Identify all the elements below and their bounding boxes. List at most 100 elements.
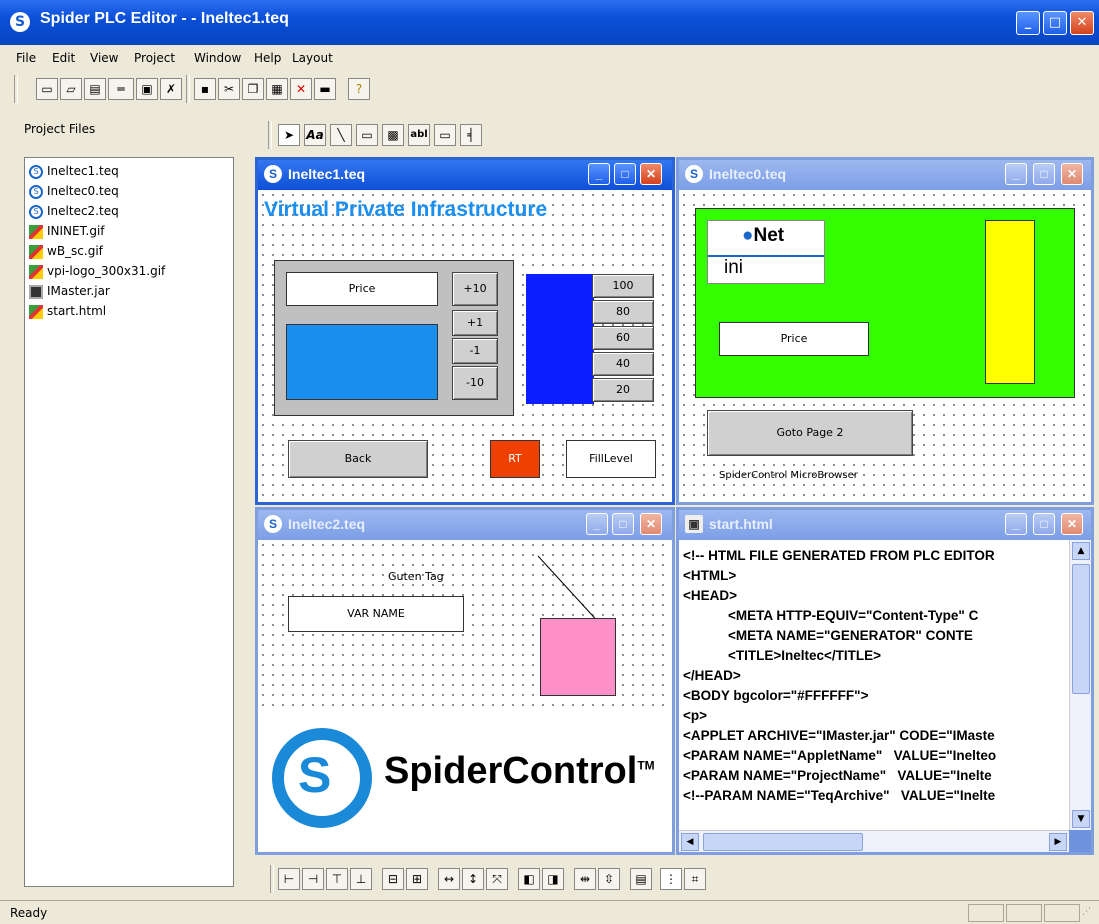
button-tool-icon[interactable]: ▭ [434,124,456,146]
step-button[interactable]: +10 [452,272,498,306]
window-ineltec1[interactable]: S Ineltec1.teq _ □ ✕ Virtual Private Inf… [255,157,675,505]
window-title-bar[interactable]: S Ineltec1.teq _ □ ✕ [258,160,672,190]
file-item[interactable]: ININET.gif [29,222,105,240]
pointer-tool-icon[interactable]: ➤ [278,124,300,146]
scroll-down-icon[interactable]: ▼ [1072,810,1090,828]
menu-project[interactable]: Project [134,51,175,65]
snap-icon[interactable]: ⌗ [684,868,706,890]
project-files-list[interactable]: S Ineltec1.teq S Ineltec0.teq S Ineltec2.te… [24,157,234,887]
send-back-icon[interactable]: ◨ [542,868,564,890]
window-title-bar[interactable]: ▣ start.html _ □ ✕ [679,510,1091,540]
align-top-icon[interactable]: ⊤ [326,868,348,890]
minimize-button[interactable]: _ [1016,11,1040,35]
window-title-bar[interactable]: S Ineltec2.teq _ □ ✕ [258,510,672,540]
save-icon[interactable]: ▪ [194,78,216,100]
file-item[interactable]: vpi-logo_300x31.gif [29,262,165,280]
file-item[interactable]: start.html [29,302,106,320]
delete-icon[interactable]: ✕ [290,78,312,100]
window-maximize-button[interactable]: □ [1033,163,1055,185]
resize-grip-icon[interactable]: ⋰ [1082,907,1096,921]
paste-icon[interactable]: ▦ [266,78,288,100]
same-size-icon[interactable]: ⤧ [486,868,508,890]
step-button[interactable]: -10 [452,366,498,400]
file-item[interactable]: S Ineltec2.teq [29,202,119,220]
horizontal-scrollbar[interactable]: ◀ ▶ [679,830,1069,852]
same-height-icon[interactable]: ↕ [462,868,484,890]
window-maximize-button[interactable]: □ [612,513,634,535]
copy-icon[interactable]: ❐ [242,78,264,100]
print-preview-icon[interactable]: ▣ [136,78,158,100]
center-vertical-icon[interactable]: ⊞ [406,868,428,890]
file-item[interactable]: IMaster.jar [29,282,110,300]
html-source-editor[interactable]: <!-- HTML FILE GENERATED FROM PLC EDITOR… [679,540,1069,830]
file-item[interactable]: S Ineltec1.teq [29,162,119,180]
line-tool-icon[interactable]: ╲ [330,124,352,146]
properties-icon[interactable]: ▤ [630,868,652,890]
new-icon[interactable]: ▭ [36,78,58,100]
window-ineltec0[interactable]: S Ineltec0.teq _ □ ✕ ●Net ini Price Goto… [676,157,1094,505]
window-close-button[interactable]: ✕ [1061,163,1083,185]
space-down-icon[interactable]: ⇳ [598,868,620,890]
window-maximize-button[interactable]: □ [614,163,636,185]
page-canvas[interactable]: Virtual Private Infrastructure Price +10… [258,190,672,502]
file-item[interactable]: wB_sc.gif [29,242,103,260]
align-bottom-icon[interactable]: ⊥ [350,868,372,890]
window-minimize-button[interactable]: _ [1005,163,1027,185]
scroll-thumb[interactable] [1072,564,1090,694]
open-icon[interactable]: ▱ [60,78,82,100]
maximize-button[interactable]: □ [1043,11,1067,35]
print-icon[interactable]: ▬ [314,78,336,100]
scroll-right-icon[interactable]: ▶ [1049,833,1067,851]
window-title-bar[interactable]: S Ineltec0.teq _ □ ✕ [679,160,1091,190]
vertical-scrollbar[interactable]: ▲ ▼ [1069,540,1091,830]
scroll-up-icon[interactable]: ▲ [1072,542,1090,560]
page-canvas[interactable]: Guten Tag VAR NAME S SpiderControlTM [258,540,672,852]
rt-indicator[interactable]: RT [490,440,540,478]
hscroll-thumb[interactable] [703,833,863,851]
window-close-button[interactable]: ✕ [1061,513,1083,535]
grid-icon[interactable]: ⋮ [660,868,682,890]
help-icon[interactable]: ? [348,78,370,100]
align-left-icon[interactable]: ⊢ [278,868,300,890]
window-maximize-button[interactable]: □ [1033,513,1055,535]
menu-window[interactable]: Window [194,51,241,65]
step-button[interactable]: -1 [452,338,498,364]
menu-view[interactable]: View [90,51,118,65]
app-title-bar[interactable]: S Spider PLC Editor - - Ineltec1.teq _ □… [0,0,1099,45]
same-width-icon[interactable]: ↔ [438,868,460,890]
textfield-tool-icon[interactable]: abl [408,124,430,146]
filllevel-field[interactable]: FillLevel [566,440,656,478]
align-right-icon[interactable]: ⊣ [302,868,324,890]
image-tool-icon[interactable]: ▩ [382,124,404,146]
var-name-field[interactable]: VAR NAME [288,596,464,632]
price-field[interactable]: Price [719,322,869,356]
window-ineltec2[interactable]: S Ineltec2.teq _ □ ✕ Guten Tag VAR NAME … [255,507,675,855]
back-button[interactable]: Back [288,440,428,478]
rectangle-tool-icon[interactable]: ▭ [356,124,378,146]
step-button[interactable]: +1 [452,310,498,336]
window-close-button[interactable]: ✕ [640,163,662,185]
close-file-icon[interactable]: ✗ [160,78,182,100]
rename-icon[interactable]: ═ [108,78,134,100]
center-horizontal-icon[interactable]: ⊟ [382,868,404,890]
window-minimize-button[interactable]: _ [586,513,608,535]
scroll-left-icon[interactable]: ◀ [681,833,699,851]
goto-page-button[interactable]: Goto Page 2 [707,410,913,456]
text-tool-icon[interactable]: Aa [304,124,326,146]
menu-layout[interactable]: Layout [292,51,333,65]
menu-edit[interactable]: Edit [52,51,75,65]
bring-front-icon[interactable]: ◧ [518,868,540,890]
window-minimize-button[interactable]: _ [1005,513,1027,535]
save-all-icon[interactable]: ▤ [84,78,106,100]
window-minimize-button[interactable]: _ [588,163,610,185]
space-across-icon[interactable]: ⇹ [574,868,596,890]
file-item[interactable]: S Ineltec0.teq [29,182,119,200]
cut-icon[interactable]: ✂ [218,78,240,100]
window-start-html[interactable]: ▣ start.html _ □ ✕ <!-- HTML FILE GENERA… [676,507,1094,855]
window-close-button[interactable]: ✕ [640,513,662,535]
menu-help[interactable]: Help [254,51,281,65]
price-field[interactable]: Price [286,272,438,306]
page-canvas[interactable]: ●Net ini Price Goto Page 2 SpiderControl… [679,190,1091,502]
close-button[interactable]: ✕ [1070,11,1094,35]
bar-tool-icon[interactable]: ╡ [460,124,482,146]
